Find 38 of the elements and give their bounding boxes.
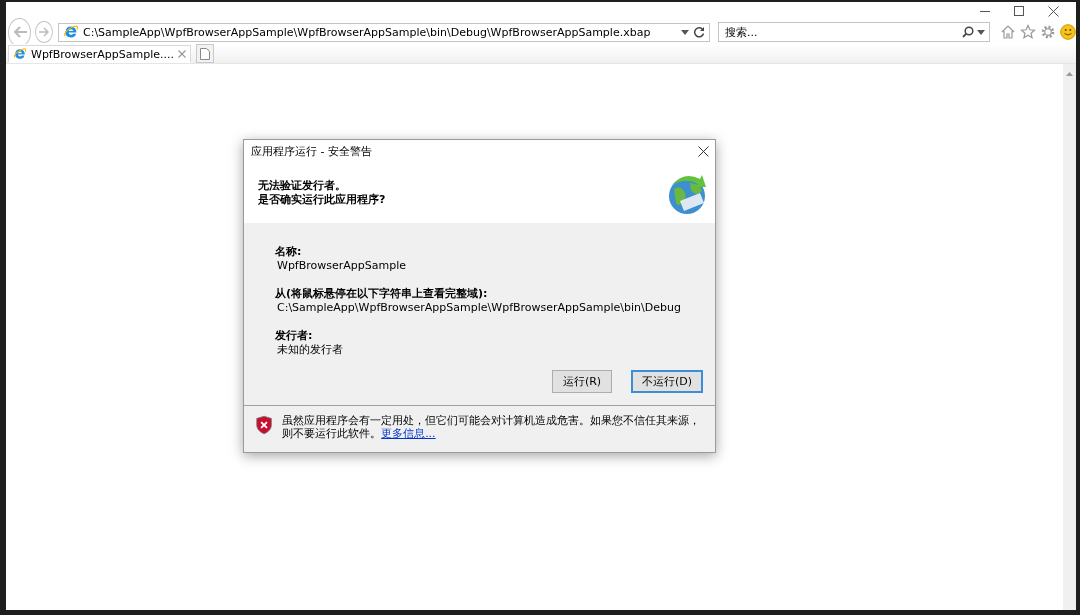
address-bar[interactable]: C:\SampleApp\WpfBrowserAppSample\WpfBrowserAppSample\bin\Debug\WpfBrowserAppSample.xbap bbox=[58, 22, 710, 42]
search-icon[interactable] bbox=[962, 26, 974, 38]
dialog-title: 应用程序运行 - 安全警告 bbox=[251, 144, 372, 159]
close-icon[interactable] bbox=[1047, 5, 1059, 17]
field-value: 未知的发行者 bbox=[276, 343, 344, 357]
browser-icon bbox=[63, 24, 79, 40]
close-button[interactable] bbox=[698, 146, 709, 157]
settings-icon[interactable] bbox=[1040, 24, 1056, 40]
maximize-icon[interactable] bbox=[1014, 6, 1024, 16]
dropdown-icon[interactable] bbox=[681, 29, 689, 35]
browser-tab[interactable]: WpfBrowserAppSample.... bbox=[8, 45, 192, 63]
refresh-icon[interactable] bbox=[693, 26, 705, 38]
back-button[interactable] bbox=[8, 17, 32, 47]
forward-arrow-icon[interactable] bbox=[38, 27, 51, 37]
dialog-button[interactable]: 运行(R) bbox=[552, 370, 612, 393]
warning-text: 虽然应用程序会有一定用处，但它们可能会对计算机造成危害。如果您不信任其来源，则不要运行此软件。更多信息... bbox=[282, 413, 701, 440]
field-value: C:\SampleApp\WpfBrowserAppSample\WpfBrowserAppSample\bin\Debug bbox=[276, 301, 682, 315]
page-icon[interactable] bbox=[200, 47, 211, 60]
star-icon[interactable] bbox=[1020, 24, 1036, 40]
address-text: C:\SampleApp\WpfBrowserAppSample\WpfBrowserAppSample\bin\Debug\WpfBrowserAppSample.xbap bbox=[83, 25, 652, 39]
close-tab-icon[interactable] bbox=[178, 50, 187, 58]
field-value: WpfBrowserAppSample bbox=[276, 259, 408, 273]
new-tab-button[interactable] bbox=[196, 44, 215, 63]
dialog-heading: 无法验证发行者。 bbox=[258, 179, 347, 193]
dropdown-icon[interactable] bbox=[977, 29, 985, 35]
back-arrow-icon[interactable] bbox=[11, 25, 28, 39]
dialog-button[interactable]: 不运行(D) bbox=[631, 370, 703, 393]
browser-icon bbox=[13, 47, 27, 61]
forward-button[interactable] bbox=[35, 21, 53, 43]
smiley-icon[interactable] bbox=[1060, 24, 1076, 40]
scroll-up-icon[interactable] bbox=[1066, 72, 1073, 76]
field-label: 从(将鼠标悬停在以下字符串上查看完整域): bbox=[275, 287, 489, 301]
search-field[interactable]: 搜索... bbox=[718, 22, 990, 42]
field-label: 发行者: bbox=[275, 329, 314, 343]
dialog-heading: 是否确实运行此应用程序? bbox=[258, 193, 386, 207]
home-icon[interactable] bbox=[1000, 24, 1016, 40]
more-info-link[interactable]: 更多信息... bbox=[381, 427, 436, 440]
field-label: 名称: bbox=[275, 245, 303, 259]
